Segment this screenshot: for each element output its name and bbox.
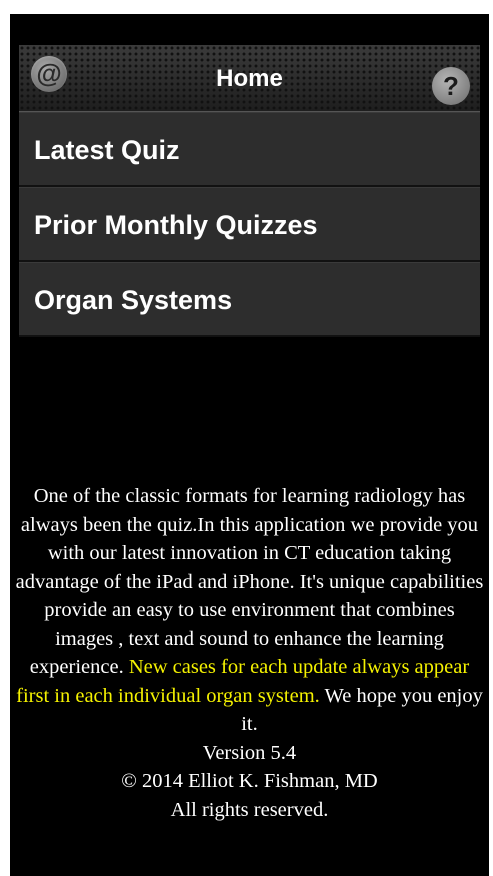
help-icon[interactable]: ? bbox=[432, 67, 470, 105]
navigation-bar: @ Home ? bbox=[19, 45, 480, 112]
app-description: One of the classic formats for learning … bbox=[10, 482, 489, 824]
main-menu: Latest Quiz Prior Monthly Quizzes Organ … bbox=[19, 112, 480, 337]
menu-item-prior-monthly-quizzes[interactable]: Prior Monthly Quizzes bbox=[19, 187, 480, 262]
version-label: Version 5.4 bbox=[202, 741, 297, 764]
menu-item-organ-systems[interactable]: Organ Systems bbox=[19, 262, 480, 337]
menu-item-latest-quiz[interactable]: Latest Quiz bbox=[19, 112, 480, 187]
copyright-label: © 2014 Elliot K. Fishman, MD bbox=[121, 770, 378, 792]
description-intro: One of the classic formats for learning … bbox=[15, 485, 484, 678]
rights-label: All rights reserved. bbox=[170, 798, 329, 821]
page-title: Home bbox=[216, 65, 283, 92]
app-screen: @ Home ? Latest Quiz Prior Monthly Quizz… bbox=[10, 14, 489, 876]
description-text: One of the classic formats for learning … bbox=[16, 485, 484, 735]
